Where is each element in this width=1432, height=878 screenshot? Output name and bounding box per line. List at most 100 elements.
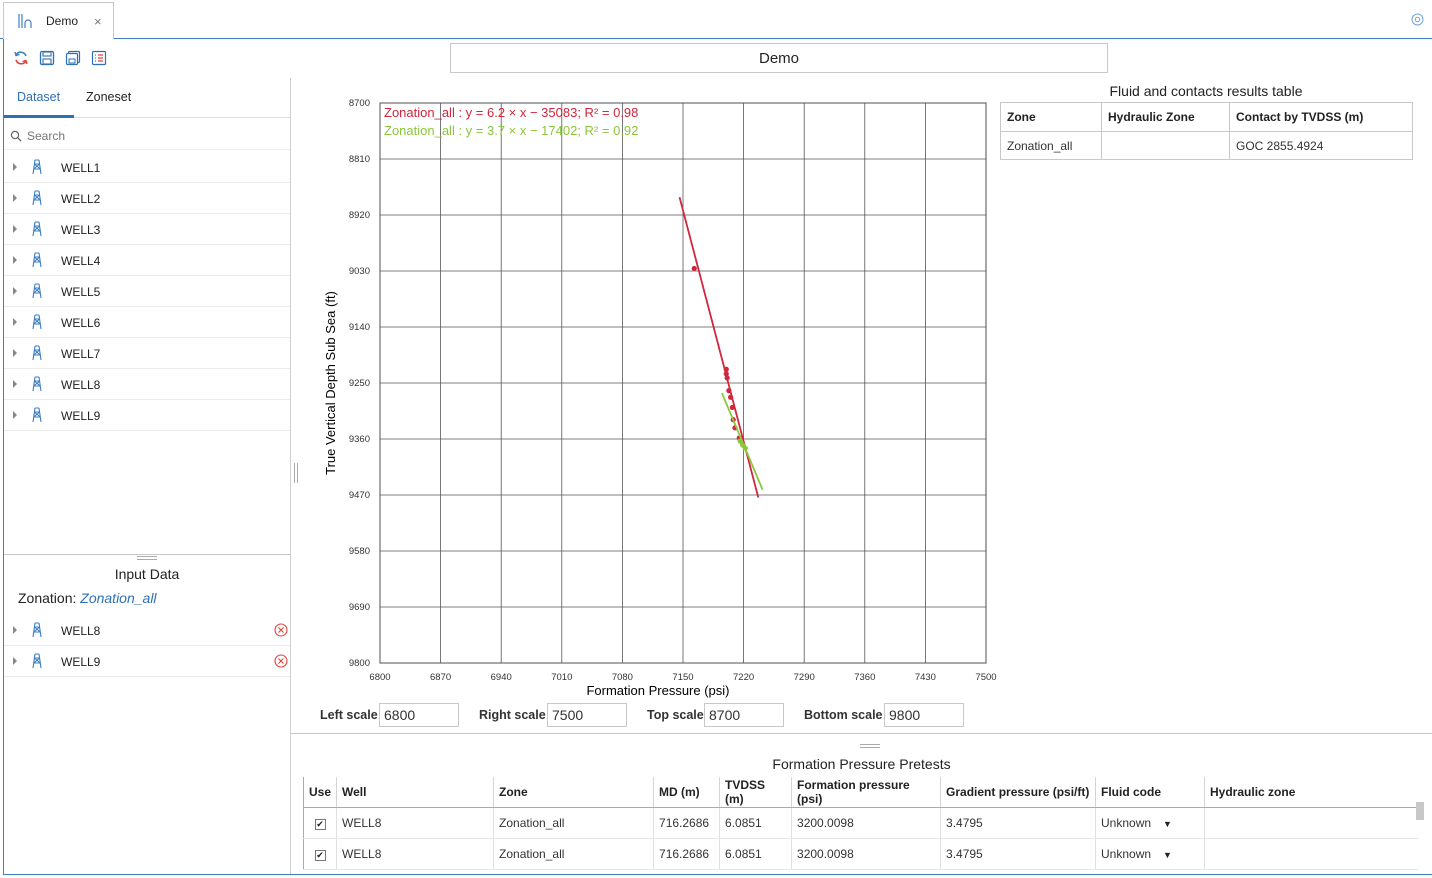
well-cell: WELL8 [336,807,494,839]
list-view-button[interactable] [90,48,108,68]
left-scale-input[interactable] [379,703,459,727]
search-input[interactable] [27,128,267,143]
save-button[interactable] [38,48,56,68]
zonation-value[interactable]: Zonation_all [80,590,156,606]
well-list: WELL1 WELL2 WELL3 WELL4 WELL5 WELL6 WELL7 WELL8… [4,152,290,431]
expand-arrow-icon[interactable] [13,318,17,326]
input-data-title: Input Data [114,566,180,582]
well-plot-icon [18,14,32,28]
list-item[interactable]: WELL3 [4,214,290,245]
zonation-line: Zonation: Zonation_all [18,590,157,606]
well-label: WELL8 [61,624,101,638]
list-item[interactable]: WELL4 [4,245,290,276]
vertical-splitter-grip-icon[interactable] [294,463,298,483]
bottom-splitter[interactable] [291,733,1432,734]
well-derrick-icon [32,221,42,237]
x-tick-label: 7010 [551,672,572,683]
y-tick-label: 9250 [349,378,370,389]
pressure-depth-chart: 6800 6870 6940 7010 7080 7150 7220 7290 7360 7430… [318,92,1008,705]
results-header-hydraulic-zone[interactable]: Hydraulic Zone [1101,102,1230,132]
chevron-down-icon[interactable]: ▼ [1163,819,1172,829]
use-checkbox[interactable]: ✔ [314,818,326,830]
x-tick-label: 6800 [369,672,390,683]
header-formation-pressure[interactable]: Formation pressure (psi) [791,777,941,808]
expand-arrow-icon[interactable] [13,287,17,295]
header-hydraulic-zone[interactable]: Hydraulic zone [1204,777,1418,808]
data-point [728,394,734,400]
hydraulic-zone-cell[interactable] [1204,807,1418,839]
use-checkbox[interactable]: ✔ [314,849,326,861]
x-tick-label: 6940 [491,672,512,683]
expand-arrow-icon[interactable] [13,225,17,233]
tab-zoneset[interactable]: Zoneset [86,90,131,104]
well-derrick-icon [32,345,42,361]
table-row[interactable]: Zonation_all GOC 2855.4924 [1000,131,1413,160]
results-header-row: Zone Hydraulic Zone Contact by TVDSS (m) [1000,102,1413,132]
expand-arrow-icon[interactable] [13,411,17,419]
pretests-table: Use Well Zone MD (m) TVDSS (m) Formation… [302,777,1418,870]
bottom-splitter-grip-icon[interactable] [860,744,880,748]
header-use[interactable]: Use [302,777,337,808]
expand-arrow-icon[interactable] [13,657,17,665]
table-row[interactable]: ✔ WELL8 Zonation_all 716.2686 6.0851 3200.009… [302,807,1418,839]
vertical-splitter[interactable] [290,78,291,874]
fluid-code-value: Unknown [1101,815,1152,830]
list-item[interactable]: WELL2 [4,183,290,214]
right-scale-input[interactable] [547,703,627,727]
header-gradient-pressure[interactable]: Gradient pressure (psi/ft) [940,777,1096,808]
results-cell-hydraulic-zone [1101,131,1230,160]
x-tick-label: 7290 [794,672,815,683]
window-border-bottom [3,874,1432,875]
well-derrick-icon [32,622,42,638]
header-fluid-code[interactable]: Fluid code [1095,777,1205,808]
list-item[interactable]: WELL6 [4,307,290,338]
top-scale-input[interactable] [704,703,784,727]
table-scrollbar-thumb[interactable] [1416,802,1424,820]
results-header-zone[interactable]: Zone [1000,102,1102,132]
y-tick-label: 8700 [349,98,370,109]
expand-arrow-icon[interactable] [13,256,17,264]
table-row[interactable]: ✔ WELL8 Zonation_all 716.2686 6.0851 3200.009… [302,838,1418,870]
fluid-code-select[interactable]: Unknown ▼ [1095,838,1205,870]
splitter-grip-icon[interactable] [137,556,157,560]
y-tick-label: 9140 [349,322,370,333]
expand-arrow-icon[interactable] [13,163,17,171]
refresh-button[interactable] [12,48,30,68]
list-item[interactable]: WELL1 [4,152,290,183]
panel-splitter[interactable] [4,554,290,555]
header-well[interactable]: Well [336,777,494,808]
remove-circle-icon[interactable] [274,623,288,637]
close-tab-icon[interactable]: × [94,14,102,29]
header-md[interactable]: MD (m) [653,777,720,808]
right-scale-label: Right scale [479,708,546,722]
pretests-title: Formation Pressure Pretests [772,756,951,772]
list-item[interactable]: WELL5 [4,276,290,307]
header-zone[interactable]: Zone [493,777,654,808]
list-item[interactable]: WELL8 [4,615,290,646]
expand-arrow-icon[interactable] [13,194,17,202]
chevron-down-icon[interactable]: ▼ [1163,850,1172,860]
results-header-contact[interactable]: Contact by TVDSS (m) [1229,102,1413,132]
save-all-button[interactable] [64,48,82,68]
header-tvdss[interactable]: TVDSS (m) [719,777,792,808]
left-scale-label: Left scale [320,708,378,722]
input-well-list: WELL8 WELL9 [4,615,290,677]
expand-arrow-icon[interactable] [13,626,17,634]
fluid-code-select[interactable]: Unknown ▼ [1095,807,1205,839]
hydraulic-zone-cell[interactable] [1204,838,1418,870]
scale-controls: Left scale Right scale Top scale Bottom … [320,703,980,727]
data-point [723,366,729,372]
list-item[interactable]: WELL7 [4,338,290,369]
expand-arrow-icon[interactable] [13,380,17,388]
expand-arrow-icon[interactable] [13,349,17,357]
top-scale-label: Top scale [647,708,704,722]
list-item[interactable]: WELL9 [4,646,290,677]
list-item[interactable]: WELL8 [4,369,290,400]
tab-dataset[interactable]: Dataset [17,90,60,104]
remove-circle-icon[interactable] [274,654,288,668]
settings-circle-icon[interactable] [1411,13,1424,26]
tab-demo[interactable]: Demo × [3,2,114,39]
tvdss-cell: 6.0851 [719,807,792,839]
bottom-scale-input[interactable] [884,703,964,727]
list-item[interactable]: WELL9 [4,400,290,431]
